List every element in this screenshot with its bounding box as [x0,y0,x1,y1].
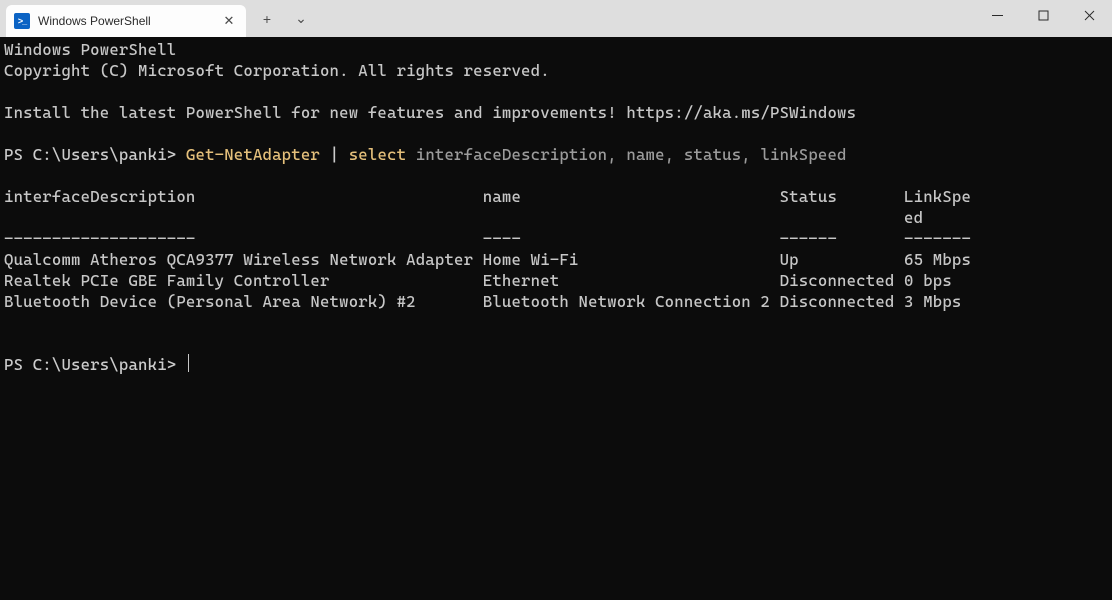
powershell-icon [14,13,30,29]
minimize-button[interactable] [974,0,1020,30]
new-tab-button[interactable]: + [250,5,284,33]
tab-close-button[interactable]: ✕ [222,14,236,28]
maximize-button[interactable] [1020,0,1066,30]
close-button[interactable] [1066,0,1112,30]
titlebar: Windows PowerShell ✕ + ⌄ [0,0,1112,37]
tab-powershell[interactable]: Windows PowerShell ✕ [6,5,246,37]
window-controls [974,0,1112,30]
terminal-pane[interactable]: Windows PowerShell Copyright (C) Microso… [0,37,1112,600]
tab-title: Windows PowerShell [38,14,214,28]
tab-dropdown-button[interactable]: ⌄ [284,5,318,33]
titlebar-tab-controls: + ⌄ [250,0,318,37]
